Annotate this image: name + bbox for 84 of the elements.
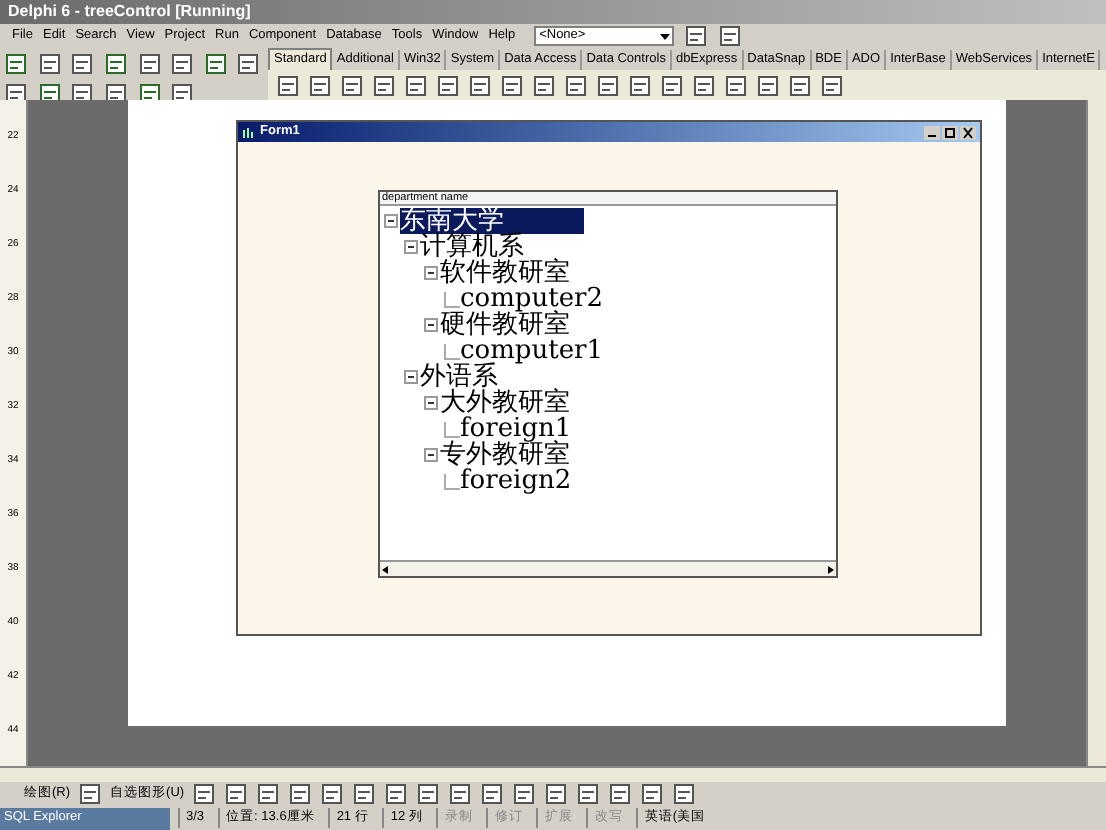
drawing-tool-icon[interactable] bbox=[608, 782, 633, 806]
collapse-icon[interactable] bbox=[424, 396, 438, 410]
component-icon[interactable] bbox=[436, 73, 460, 97]
collapse-icon[interactable] bbox=[384, 214, 398, 228]
component-icon[interactable] bbox=[276, 73, 300, 97]
tree-line bbox=[444, 343, 460, 359]
right-arrow-icon[interactable] bbox=[824, 563, 836, 575]
component-icon[interactable] bbox=[404, 73, 428, 97]
drawing-tool-icon[interactable] bbox=[320, 782, 345, 806]
component-icon[interactable] bbox=[756, 73, 780, 97]
drawing-tool-icon[interactable] bbox=[672, 782, 697, 806]
toolbar-icon[interactable] bbox=[203, 52, 228, 76]
collapse-icon[interactable] bbox=[424, 448, 438, 462]
component-icon[interactable] bbox=[500, 73, 524, 97]
component-icon[interactable] bbox=[628, 73, 652, 97]
horizontal-scrollbar[interactable] bbox=[0, 766, 1106, 782]
drawing-tool-icon[interactable] bbox=[416, 782, 441, 806]
toolbar-icon[interactable] bbox=[683, 24, 708, 48]
toolbar-icon[interactable] bbox=[103, 82, 128, 106]
component-icon[interactable] bbox=[724, 73, 748, 97]
drawing-tool-icon[interactable] bbox=[640, 782, 665, 806]
tree-node[interactable]: 专外教研室 bbox=[440, 442, 570, 468]
drawing-tool-icon[interactable] bbox=[576, 782, 601, 806]
drawing-tool-icon[interactable] bbox=[384, 782, 409, 806]
drawing-tool-icon[interactable] bbox=[288, 782, 313, 806]
component-icon[interactable] bbox=[532, 73, 556, 97]
tree-node[interactable]: 计算机系 bbox=[420, 234, 524, 260]
toolbar-icon[interactable] bbox=[236, 52, 261, 76]
toolbar-icon[interactable] bbox=[37, 82, 62, 106]
drawing-tool-icon[interactable] bbox=[352, 782, 377, 806]
component-icon[interactable] bbox=[372, 73, 396, 97]
tree-node[interactable]: foreign2 bbox=[460, 468, 572, 494]
tree-node[interactable]: 硬件教研室 bbox=[440, 312, 570, 338]
tree-node[interactable]: 外语系 bbox=[420, 364, 498, 390]
toolbar-icon[interactable] bbox=[70, 82, 95, 106]
collapse-icon[interactable] bbox=[404, 240, 418, 254]
component-icon[interactable] bbox=[692, 73, 716, 97]
toolbar-icon[interactable] bbox=[137, 52, 161, 76]
tree-node[interactable]: 大外教研室 bbox=[440, 390, 570, 416]
caret-icon bbox=[657, 29, 672, 43]
tree-node[interactable]: foreign1 bbox=[460, 416, 572, 442]
app-icon bbox=[242, 125, 256, 139]
toolbar-icon[interactable] bbox=[78, 782, 103, 806]
drawing-tool-icon[interactable] bbox=[512, 782, 537, 806]
toolbar-icon[interactable] bbox=[4, 82, 28, 106]
close-icon[interactable] bbox=[960, 125, 976, 139]
toolbar-icon[interactable] bbox=[717, 24, 742, 48]
tree-node[interactable]: 软件教研室 bbox=[440, 260, 570, 286]
maximize-icon[interactable] bbox=[942, 125, 958, 139]
drawing-tool-icon[interactable] bbox=[448, 782, 473, 806]
component-icon[interactable] bbox=[596, 73, 620, 97]
toolbar-icon[interactable] bbox=[4, 52, 28, 76]
tree-node[interactable]: computer1 bbox=[460, 338, 604, 364]
left-arrow-icon[interactable] bbox=[380, 563, 392, 575]
drawing-tool-icon[interactable] bbox=[256, 782, 281, 806]
tree-line bbox=[444, 473, 460, 489]
toolbar-icon[interactable] bbox=[103, 52, 128, 76]
component-icon[interactable] bbox=[468, 73, 492, 97]
component-icon[interactable] bbox=[820, 73, 844, 97]
component-icon[interactable] bbox=[308, 73, 332, 97]
drawing-tool-icon[interactable] bbox=[192, 782, 217, 806]
tree-node[interactable]: 东南大学 bbox=[400, 208, 584, 234]
drawing-tool-icon[interactable] bbox=[480, 782, 505, 806]
drawing-tool-icon[interactable] bbox=[544, 782, 569, 806]
vertical-scrollbar[interactable] bbox=[1086, 100, 1106, 766]
drawing-tool-icon[interactable] bbox=[224, 782, 249, 806]
toolbar-icon[interactable] bbox=[170, 52, 195, 76]
minimize-icon[interactable] bbox=[924, 125, 940, 139]
component-icon[interactable] bbox=[564, 73, 588, 97]
toolbar-icon[interactable] bbox=[170, 82, 195, 106]
collapse-icon[interactable] bbox=[424, 318, 438, 332]
tree-node[interactable]: computer2 bbox=[460, 286, 604, 312]
collapse-icon[interactable] bbox=[424, 266, 438, 280]
collapse-icon[interactable] bbox=[404, 370, 418, 384]
window-title: Delphi 6 - treeControl [Running] bbox=[8, 0, 251, 24]
component-icon[interactable] bbox=[660, 73, 684, 97]
toolbar-icon[interactable] bbox=[70, 52, 95, 76]
tree-line bbox=[444, 291, 460, 307]
toolbar-icon[interactable] bbox=[137, 82, 161, 106]
tree-line bbox=[444, 421, 460, 437]
component-icon[interactable] bbox=[340, 73, 364, 97]
horizontal-scrollbar[interactable] bbox=[380, 560, 836, 576]
component-icon[interactable] bbox=[788, 73, 812, 97]
toolbar-icon[interactable] bbox=[37, 52, 62, 76]
